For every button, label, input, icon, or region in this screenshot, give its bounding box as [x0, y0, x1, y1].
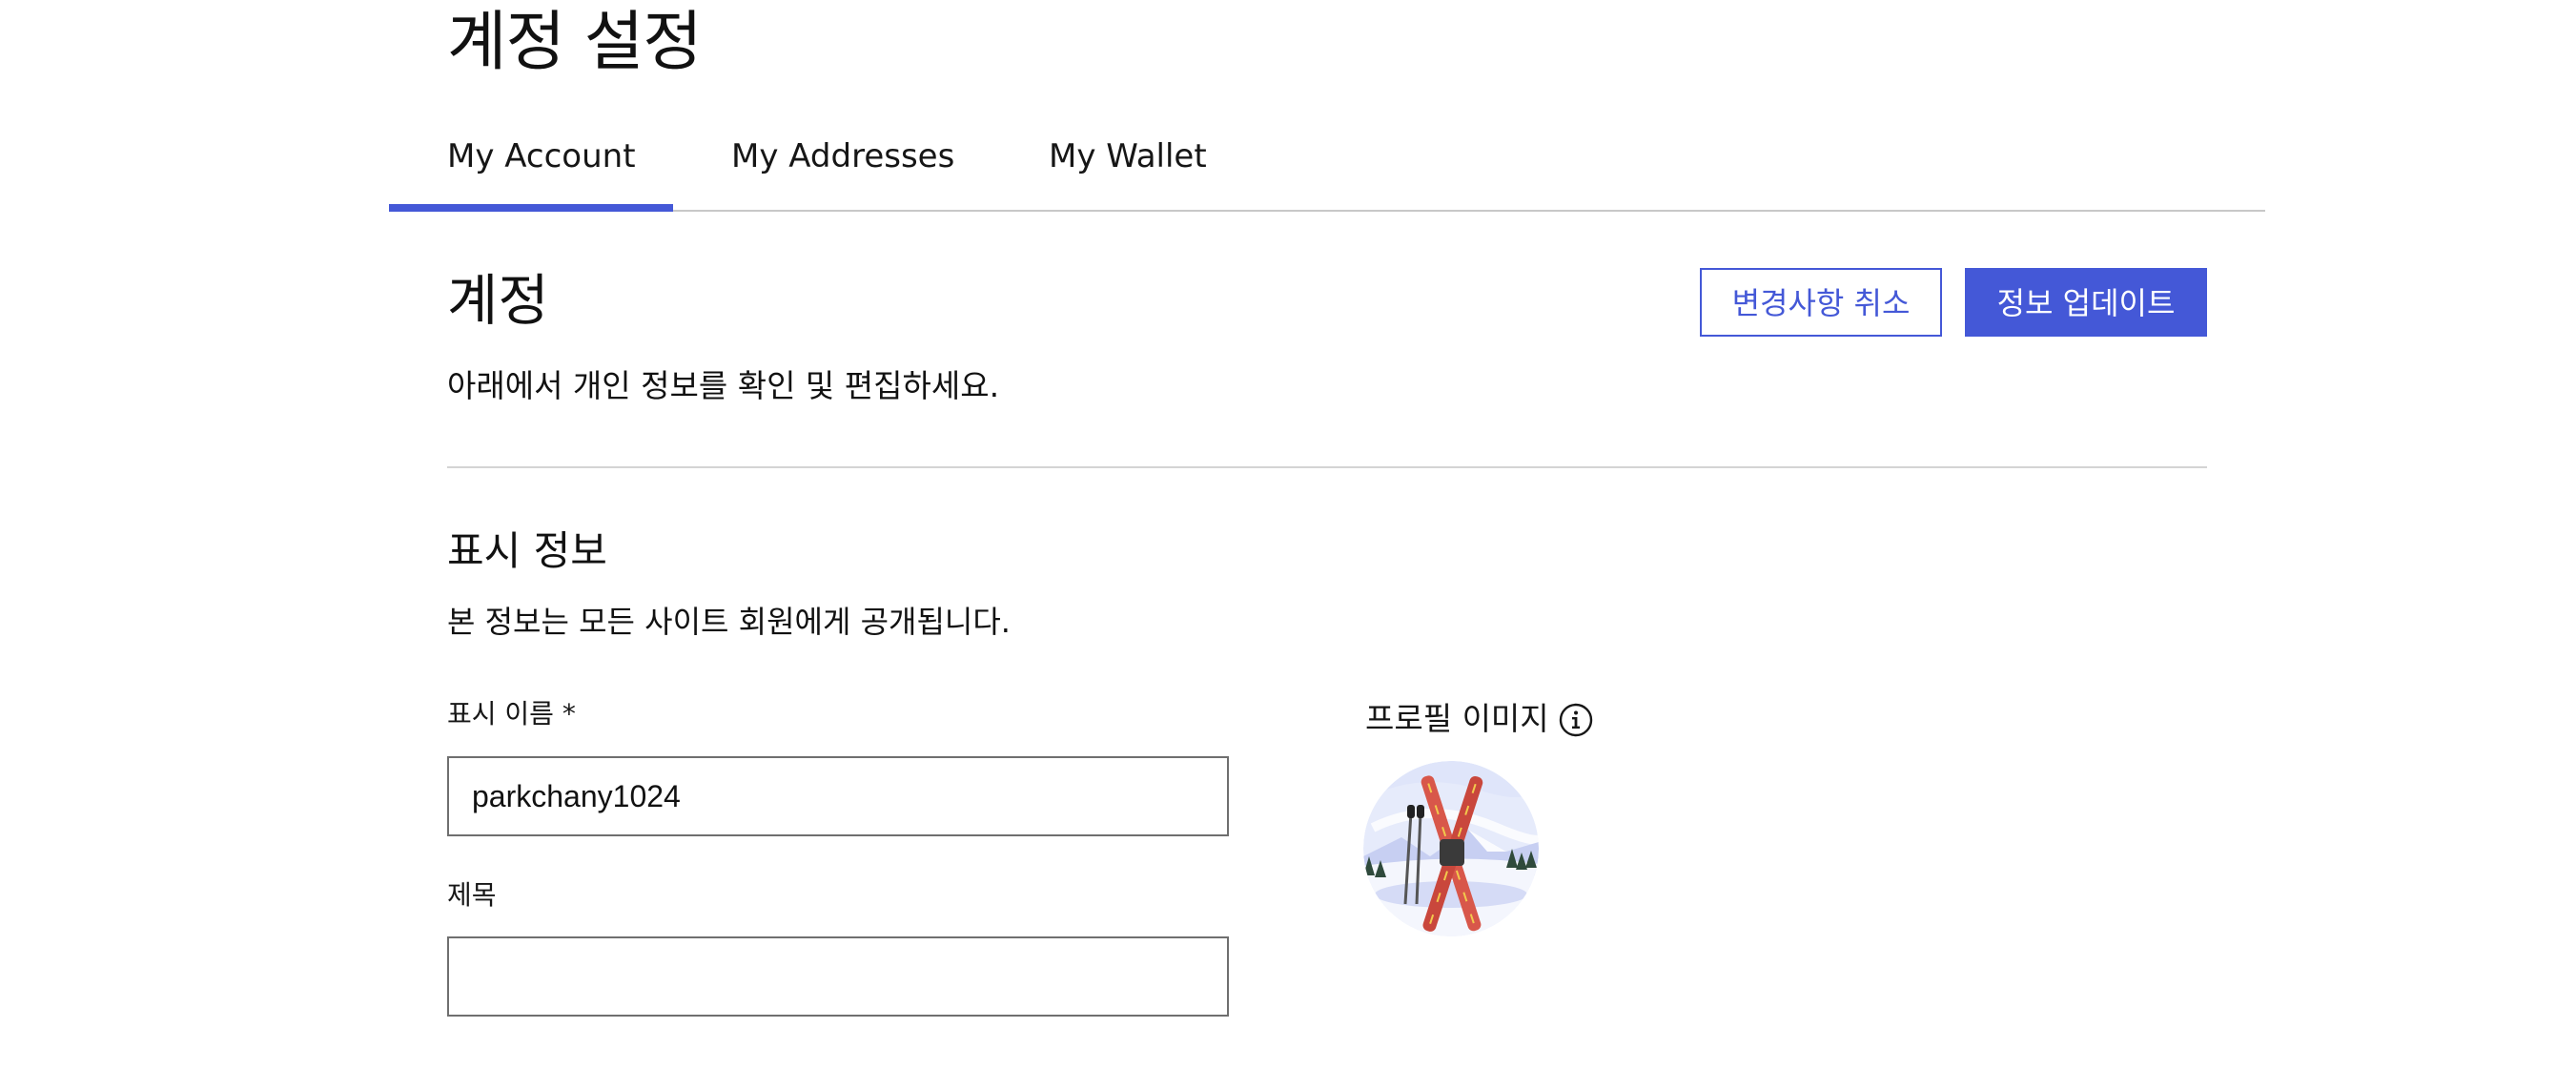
section-divider [447, 466, 2207, 468]
display-info-heading: 표시 정보 [447, 527, 607, 574]
title-input[interactable] [447, 936, 1229, 1017]
display-info-description: 본 정보는 모든 사이트 회원에게 공개됩니다. [447, 604, 1011, 640]
account-section-heading: 계정 [447, 268, 549, 333]
profile-avatar-image[interactable] [1363, 761, 1539, 936]
account-tabs: My Account My Addresses My Wallet [389, 124, 2265, 212]
update-info-button[interactable]: 정보 업데이트 [1965, 268, 2207, 337]
display-name-label: 표시 이름 * [447, 698, 576, 730]
page-title: 계정 설정 [447, 5, 703, 80]
info-icon[interactable] [1558, 702, 1594, 738]
title-label: 제목 [447, 879, 497, 911]
tab-my-wallet[interactable]: My Wallet [1049, 124, 1207, 210]
active-tab-indicator [389, 204, 673, 212]
profile-image-label: 프로필 이미지 [1365, 700, 1549, 737]
tab-my-account[interactable]: My Account [447, 124, 636, 210]
account-section-description: 아래에서 개인 정보를 확인 및 편집하세요. [447, 367, 1000, 404]
display-name-input[interactable] [447, 756, 1229, 836]
discard-changes-button[interactable]: 변경사항 취소 [1700, 268, 1942, 337]
tab-my-addresses[interactable]: My Addresses [731, 124, 954, 210]
